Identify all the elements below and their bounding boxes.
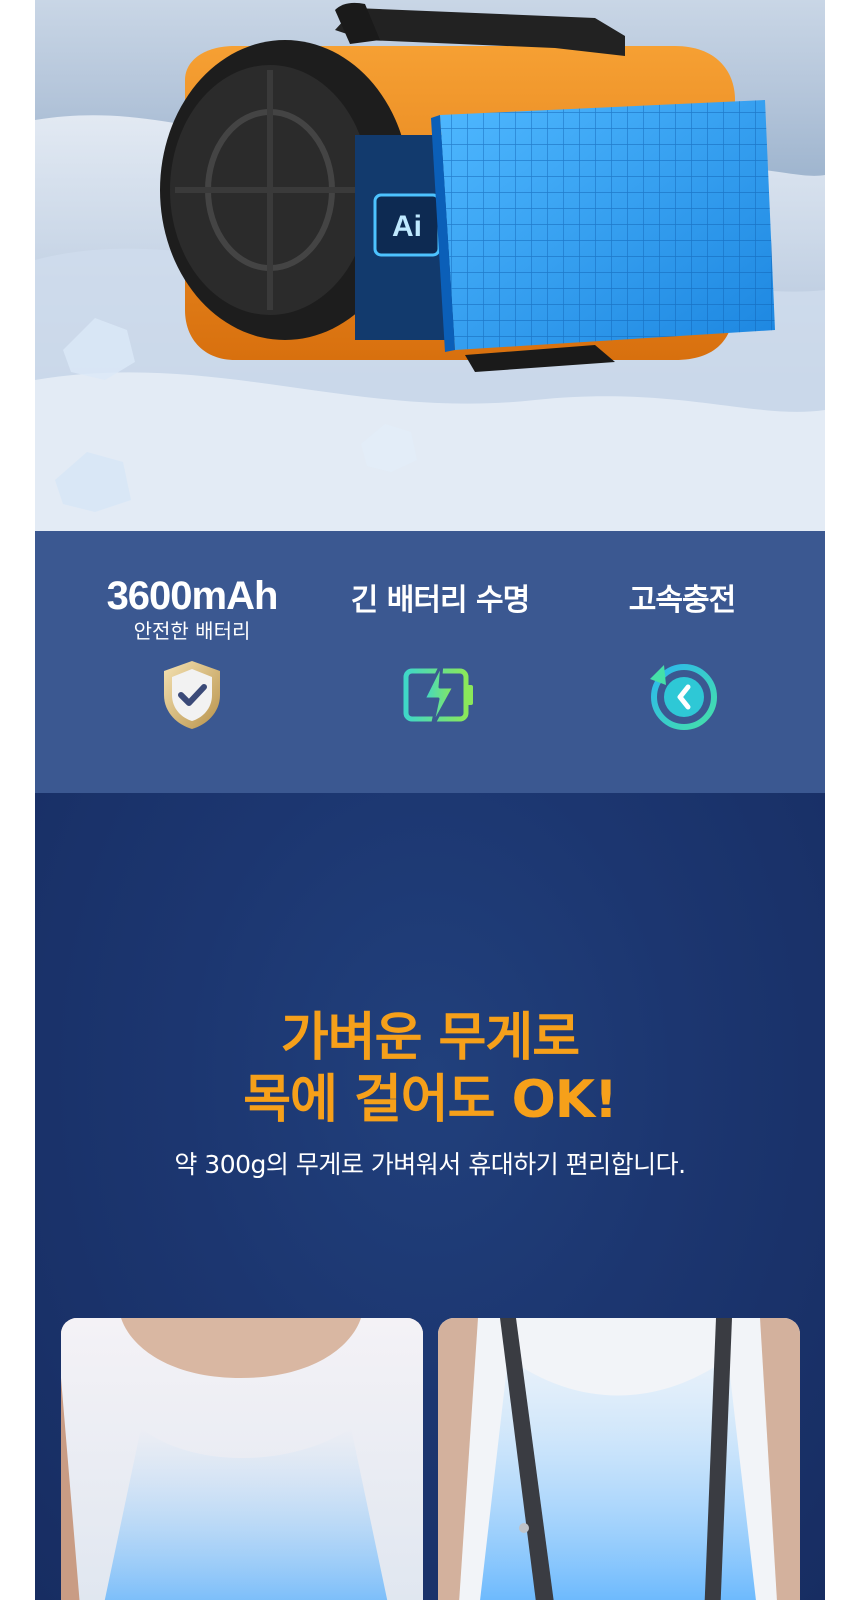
battery-life-title: 긴 배터리 수명: [350, 583, 531, 618]
weight-promo-section: 가벼운 무게로 목에 걸어도 OK! 약 300g의 무게로 가벼워서 휴대하기…: [35, 793, 825, 1600]
promo-headline-line2: 목에 걸어도 OK!: [243, 1070, 618, 1130]
wearing-photo-front: [61, 1318, 423, 1600]
battery-features: 3600mAh 안전한 배터리 긴 배터리 수명 고속충전: [35, 531, 825, 793]
shield-check-icon: [164, 661, 220, 729]
feature-fast-charge: 고속충전: [562, 531, 802, 730]
battery-bolt-icon: [403, 661, 473, 729]
fast-charge-clock-icon: [650, 664, 717, 730]
hero-product-image: Ai: [35, 0, 825, 531]
fast-charge-title: 고속충전: [628, 583, 736, 618]
promo-headline: 가벼운 무게로 목에 걸어도 OK!: [35, 1007, 825, 1131]
promo-subline: 약 300g의 무게로 가벼워서 휴대하기 편리합니다.: [174, 1150, 686, 1179]
product-detail-page: Ai 3600mAh 안전한 배터리 긴 배터리 수명 고속충전 가벼운 무게로…: [35, 0, 825, 1600]
ai-chip-label: Ai: [392, 210, 422, 243]
wearing-photo-strap: [438, 1318, 800, 1600]
feature-battery-life: 긴 배터리 수명: [320, 531, 560, 729]
promo-headline-line1: 가벼운 무게로: [280, 1008, 580, 1068]
model-front-image: [61, 1318, 423, 1600]
capacity-value: 3600mAh: [106, 574, 279, 618]
capacity-subtitle: 안전한 배터리: [133, 619, 251, 643]
feature-capacity: 3600mAh 안전한 배터리: [72, 531, 312, 729]
hero-illustration: Ai: [35, 2, 825, 531]
model-strap-image: [438, 1318, 800, 1600]
